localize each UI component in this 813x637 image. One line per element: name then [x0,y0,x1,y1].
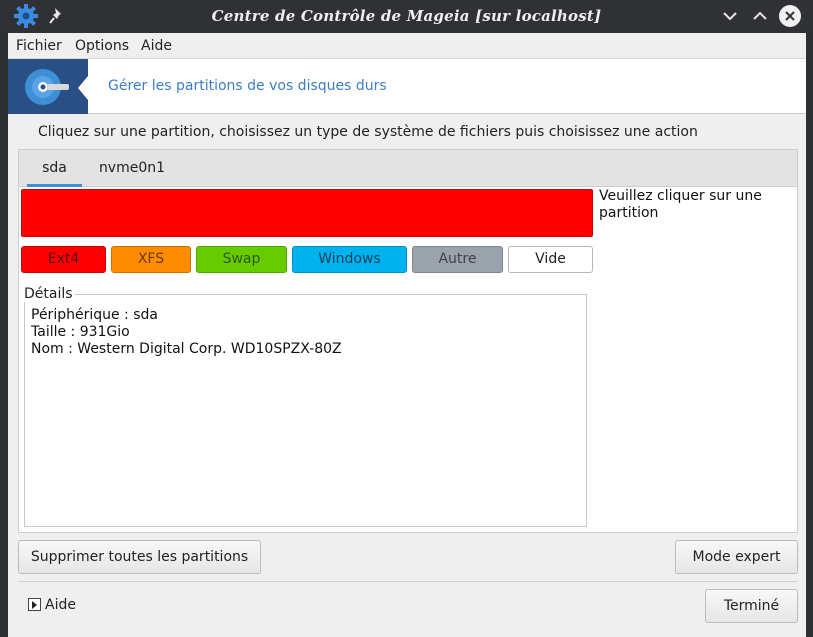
banner-notch [78,76,88,100]
menu-aide[interactable]: Aide [141,38,172,54]
chevron-up-icon[interactable] [749,5,771,27]
partition-bar[interactable] [21,189,593,237]
chevron-down-icon[interactable] [719,5,741,27]
details-name: Nom : Western Digital Corp. WD10SPZX-80Z [31,341,342,357]
help-label: Aide [45,597,76,613]
fs-swap-button[interactable]: Swap [196,246,287,273]
details-label: Détails [24,286,75,302]
partition-hint: Veuillez cliquer sur une partition [599,188,762,221]
title-bar: Centre de Contrôle de Mageia [sur localh… [0,0,813,33]
help-button[interactable]: Aide [28,597,76,613]
tab-bar: sda nvme0n1 [19,150,797,187]
banner-logo [8,59,88,114]
fs-ext4-button[interactable]: Ext4 [21,246,106,273]
window-title: Centre de Contrôle de Mageia [sur localh… [211,7,602,25]
tab-nvme0n1[interactable]: nvme0n1 [93,150,171,187]
fs-xfs-button[interactable]: XFS [111,246,191,273]
details-box: Périphérique : sda Taille : 931Gio Nom :… [24,294,587,527]
separator [18,581,798,582]
menu-fichier[interactable]: Fichier [16,38,62,54]
menu-options[interactable]: Options [75,38,129,54]
instruction-text: Cliquez sur une partition, choisissez un… [38,124,698,140]
play-icon [28,598,41,611]
disk-icon [25,69,69,105]
menu-bar: Fichier Options Aide [8,33,806,59]
details-device: Périphérique : sda [31,307,158,323]
details-size: Taille : 931Gio [31,324,130,340]
fs-windows-button[interactable]: Windows [292,246,407,273]
fs-vide-button[interactable]: Vide [508,246,593,273]
disk-tab-panel: sda nvme0n1 Veuillez cliquer sur une par… [18,149,798,533]
done-button[interactable]: Terminé [705,589,798,623]
fs-autre-button[interactable]: Autre [412,246,503,273]
tab-sda[interactable]: sda [27,150,82,187]
close-icon [785,11,795,21]
expert-mode-button[interactable]: Mode expert [675,540,798,574]
banner: Gérer les partitions de vos disques durs [8,59,806,114]
banner-title: Gérer les partitions de vos disques durs [108,78,387,94]
close-button[interactable] [779,5,801,27]
main-window: Gérer les partitions de vos disques durs… [8,59,806,637]
delete-all-partitions-button[interactable]: Supprimer toutes les partitions [18,540,261,574]
